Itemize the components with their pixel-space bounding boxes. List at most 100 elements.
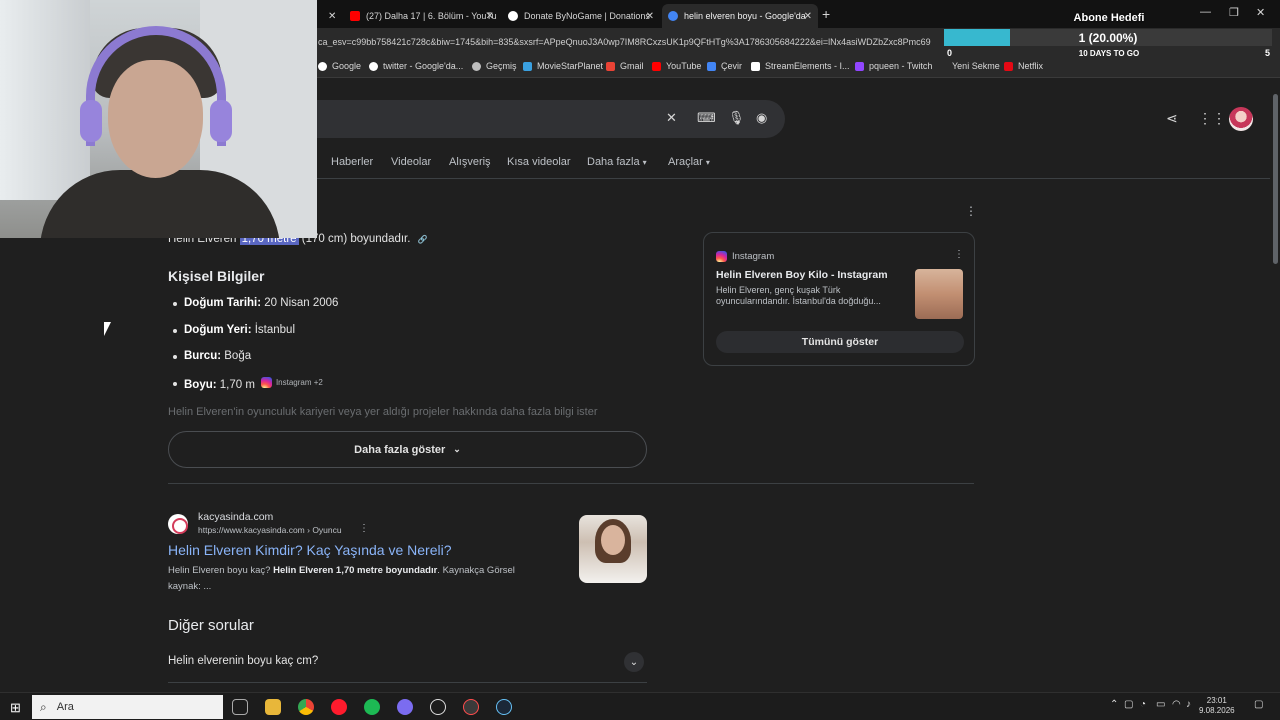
bookmark-gmail[interactable]: Gmail bbox=[606, 61, 644, 71]
tab-videos[interactable]: Videolar bbox=[391, 156, 431, 168]
bookmark-twitch[interactable]: pqueen - Twitch bbox=[855, 61, 932, 71]
bookmark-youtube[interactable]: YouTube bbox=[652, 61, 701, 71]
tab-title: helin elveren boyu - Google'da bbox=[684, 11, 806, 21]
url-text[interactable]: ca_esv=c99bb758421c728c&biw=1745&bih=835… bbox=[318, 37, 944, 47]
bookmark-streamelements[interactable]: StreamElements - I... bbox=[751, 61, 850, 71]
bookmark-label: Geçmiş bbox=[486, 61, 517, 71]
result-breadcrumb: https://www.kacyasinda.com › Oyuncu bbox=[198, 525, 342, 535]
microphone-icon[interactable]: 🎙 bbox=[728, 110, 745, 126]
steam-icon[interactable] bbox=[496, 699, 512, 715]
card-thumbnail[interactable] bbox=[915, 269, 963, 319]
account-avatar[interactable] bbox=[1229, 107, 1253, 131]
webcam-overlay bbox=[0, 0, 317, 238]
file-explorer-icon[interactable] bbox=[265, 699, 281, 715]
section-divider bbox=[168, 483, 974, 484]
new-tab-button[interactable]: + bbox=[822, 6, 830, 22]
section-title: Kişisel Bilgiler bbox=[168, 268, 265, 284]
tab-tools-label: Araçlar bbox=[668, 156, 703, 168]
tab-title: (27) Dalha 17 | 6. Bölüm - YouTu bbox=[366, 11, 497, 21]
bookmark-history[interactable]: Geçmiş bbox=[472, 61, 517, 71]
translate-icon bbox=[707, 61, 716, 71]
settings-gear-icon[interactable] bbox=[430, 699, 446, 715]
tab-short-videos[interactable]: Kısa videolar bbox=[507, 156, 571, 168]
show-all-button[interactable]: Tümünü göster bbox=[716, 331, 964, 353]
streamelements-icon bbox=[751, 61, 760, 71]
fact-value: 20 Nisan 2006 bbox=[261, 297, 339, 309]
page-scrollbar[interactable] bbox=[1270, 80, 1280, 692]
tray-app-icon[interactable]: ▢ bbox=[1124, 699, 1133, 710]
bookmark-netflix[interactable]: Netflix bbox=[1004, 61, 1043, 71]
clock-date: 9.08.2026 bbox=[1199, 706, 1235, 715]
bookmark-twitter[interactable]: twitter - Google'da... bbox=[369, 61, 463, 71]
chrome-icon[interactable] bbox=[298, 699, 314, 715]
tray-display-icon[interactable]: ▭ bbox=[1156, 699, 1165, 710]
taskbar-search-input[interactable]: ⌕ Ara bbox=[32, 695, 223, 719]
tab-google-active[interactable]: helin elveren boyu - Google'da ✕ bbox=[662, 4, 818, 28]
subscriber-goal-overlay: Abone Hedefi 1 (20.00%) 0 10 DAYS TO GO … bbox=[944, 10, 1274, 62]
taskbar-search-placeholder: Ara bbox=[56, 701, 74, 713]
fact-label: Boyu: bbox=[184, 379, 217, 391]
close-icon[interactable]: ✕ bbox=[486, 11, 494, 22]
tab-news[interactable]: Haberler bbox=[331, 156, 373, 168]
expand-chevron-icon[interactable]: ⌄ bbox=[624, 652, 644, 672]
bookmark-translate[interactable]: Çevir bbox=[707, 61, 742, 71]
bookmark-moviestarplanet[interactable]: MovieStarPlanet bbox=[523, 61, 603, 71]
fact-height: Boyu: 1,70 m Instagram +2 bbox=[184, 377, 323, 391]
bookmark-new-tab[interactable]: Yeni Sekme bbox=[938, 61, 1000, 71]
card-desc: oyuncularındandır. İstanbul'da doğduğu..… bbox=[716, 296, 881, 306]
instagram-card[interactable]: Instagram ⋮ Helin Elveren Boy Kilo - Ins… bbox=[703, 232, 975, 366]
webcam-window bbox=[0, 0, 90, 200]
youtube-icon bbox=[350, 11, 360, 21]
fact-zodiac: Burcu: Boğa bbox=[184, 350, 251, 362]
tray-wifi-icon[interactable]: ◠ bbox=[1172, 699, 1181, 710]
close-icon[interactable]: ✕ bbox=[804, 11, 812, 22]
card-title[interactable]: Helin Elveren Boy Kilo - Instagram bbox=[716, 269, 888, 281]
notification-icon[interactable]: ▢ bbox=[1254, 699, 1263, 710]
card-desc: Helin Elveren, genç kuşak Türk bbox=[716, 285, 841, 295]
show-more-label: Daha fazla göster bbox=[354, 443, 446, 456]
scrollbar-thumb[interactable] bbox=[1273, 94, 1278, 264]
clear-icon[interactable]: ✕ bbox=[666, 110, 677, 126]
keyboard-icon[interactable]: ⌨ bbox=[697, 110, 716, 126]
discord-icon[interactable] bbox=[397, 699, 413, 715]
task-view-icon[interactable] bbox=[232, 699, 248, 715]
bookmark-google[interactable]: Google bbox=[318, 61, 361, 71]
windows-start-icon[interactable]: ⊞ bbox=[10, 700, 21, 716]
result-thumbnail[interactable] bbox=[579, 515, 647, 583]
tray-volume-icon[interactable]: ♪ bbox=[1186, 699, 1191, 710]
tray-chevron-icon[interactable]: ⌃ bbox=[1110, 699, 1118, 710]
close-icon[interactable]: ✕ bbox=[646, 11, 654, 22]
tab-more-label: Daha fazla bbox=[587, 156, 640, 168]
result-title-link[interactable]: Helin Elveren Kimdir? Kaç Yaşında ve Ner… bbox=[168, 542, 452, 558]
taskbar-clock[interactable]: 23:01 9.08.2026 bbox=[1199, 696, 1235, 716]
obs-icon[interactable] bbox=[463, 699, 479, 715]
faq-question[interactable]: Helin elverenin boyu kaç cm? bbox=[168, 655, 318, 667]
clock-time: 23:01 bbox=[1206, 696, 1227, 705]
more-options-icon[interactable]: ⋮ bbox=[359, 523, 369, 534]
more-options-icon[interactable]: ⋮ bbox=[965, 204, 977, 218]
windows-taskbar: ⊞ ⌕ Ara ⌃ ▢ ◔ ▭ ◠ ♪ 23:01 9.08.2026 ▢ bbox=[0, 692, 1280, 720]
lens-icon[interactable]: ◉ bbox=[756, 110, 767, 126]
apps-grid-icon[interactable]: ⋮⋮ bbox=[1198, 110, 1226, 127]
source-chip[interactable]: Instagram +2 bbox=[260, 377, 323, 388]
search-input[interactable]: ✕ ⌨ 🎙 ◉ bbox=[317, 100, 785, 138]
tab-tools[interactable]: Araçlar ▾ bbox=[668, 156, 710, 168]
tray-network-icon[interactable]: ◔ bbox=[1140, 699, 1146, 710]
opera-icon[interactable] bbox=[331, 699, 347, 715]
more-options-icon[interactable]: ⋮ bbox=[954, 249, 964, 260]
tab-youtube[interactable]: (27) Dalha 17 | 6. Bölüm - YouTu ✕ bbox=[344, 4, 500, 28]
result-site[interactable]: kacyasinda.com bbox=[198, 511, 273, 523]
thumbnail-face bbox=[601, 525, 625, 555]
tab-close-button[interactable]: ✕ bbox=[322, 4, 342, 28]
spotify-icon[interactable] bbox=[364, 699, 380, 715]
history-icon bbox=[472, 61, 481, 71]
bullet bbox=[173, 355, 177, 359]
share-icon[interactable]: ⋖ bbox=[1166, 110, 1178, 127]
search-icon: ⌕ bbox=[40, 699, 47, 714]
tab-shopping[interactable]: Alışveriş bbox=[449, 156, 491, 168]
link-icon[interactable]: 🔗 bbox=[418, 235, 428, 244]
show-more-button[interactable]: Daha fazla göster ⌄ bbox=[168, 431, 647, 468]
tab-more[interactable]: Daha fazla ▾ bbox=[587, 156, 647, 168]
tab-donate[interactable]: Donate ByNoGame | Donations ✕ bbox=[502, 4, 660, 28]
fact-value: Boğa bbox=[221, 350, 252, 362]
